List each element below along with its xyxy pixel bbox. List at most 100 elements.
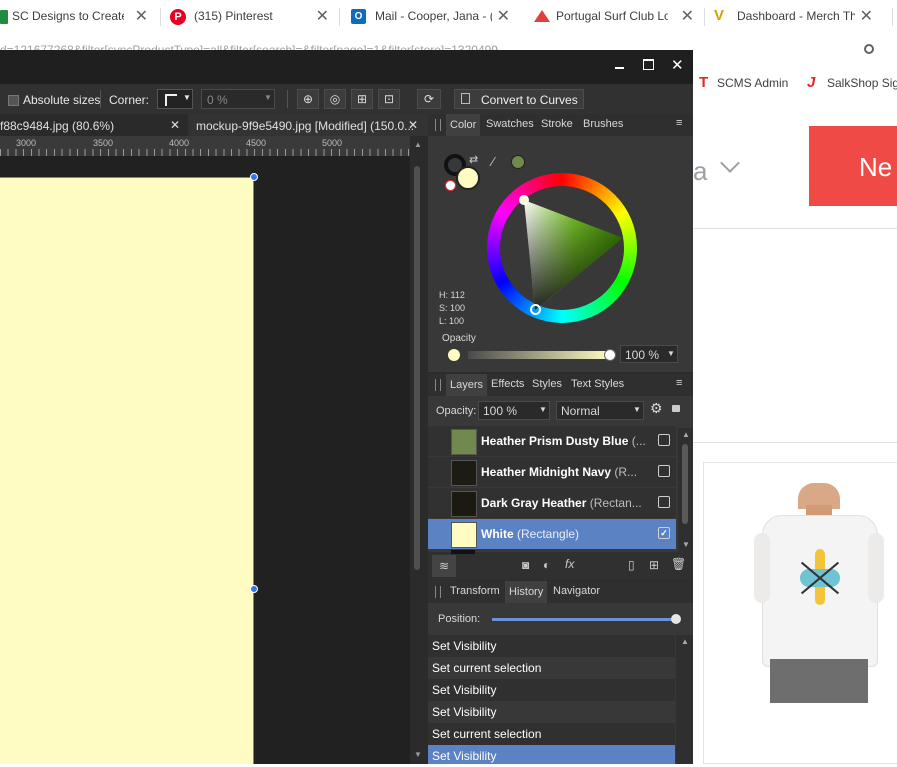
merch-icon: V [714, 7, 725, 24]
layer-kind: (... [631, 434, 646, 448]
transform-origin-icon[interactable]: ⟳ [417, 89, 441, 109]
close-icon[interactable]: ✕ [408, 118, 418, 132]
corner-type-dropdown[interactable]: ▼ [157, 89, 193, 109]
convert-to-curves-button[interactable]: Convert to Curves [454, 89, 584, 109]
browser-tab-pinterest[interactable]: P (315) Pinterest ✕ [161, 0, 339, 34]
history-item[interactable]: Set Visibility [428, 679, 675, 701]
selection-handle[interactable] [250, 585, 258, 593]
history-item[interactable]: Set current selection [428, 657, 675, 679]
close-icon[interactable]: ✕ [497, 9, 510, 25]
layer-row[interactable]: Heather Prism Dusty Blue (... [428, 426, 676, 456]
toolbar-divider [287, 90, 288, 108]
view-icon[interactable]: ◎ [324, 89, 346, 109]
history-item[interactable]: Set Visibility [428, 701, 675, 723]
maximize-icon[interactable] [643, 59, 654, 70]
opacity-field[interactable]: 100 % ▼ [620, 345, 678, 363]
history-item-selected[interactable]: Set Visibility [428, 745, 675, 764]
zoom-icon[interactable] [864, 44, 874, 54]
corner-percent-field[interactable]: 0 % ▼ [201, 89, 275, 109]
close-icon[interactable]: ✕ [135, 9, 148, 25]
layer-visibility-checkbox[interactable] [658, 434, 670, 446]
color-picker-icon[interactable]: ⁄ [492, 154, 494, 169]
browser-tab-sc-designs[interactable]: SC Designs to Create ✕ [0, 0, 160, 34]
selection-handle[interactable] [250, 173, 258, 181]
close-icon[interactable]: ✕ [671, 56, 684, 74]
tab-history[interactable]: History [505, 581, 548, 603]
lock-icon[interactable] [672, 405, 680, 412]
add-page-icon[interactable]: ▯ [628, 558, 635, 572]
trash-icon[interactable]: 🗑 [671, 557, 686, 571]
no-color-icon[interactable] [445, 180, 456, 191]
layers-scrollbar[interactable]: ▲ ▼ [678, 428, 693, 552]
tab-styles[interactable]: Styles [532, 378, 562, 390]
color-triangle[interactable] [487, 173, 637, 323]
close-icon[interactable]: ✕ [860, 9, 873, 25]
tab-swatches[interactable]: Swatches [486, 118, 534, 130]
history-item[interactable]: Set Visibility [428, 635, 675, 657]
bookmark-salkshop-sign[interactable]: SalkShop Sign [827, 76, 897, 90]
adjustment-icon[interactable]: ◐ [543, 558, 550, 572]
panel-menu-icon[interactable]: ≡ [676, 117, 682, 129]
browser-tab-portugal-surf[interactable]: Portugal Surf Club Lo ✕ [522, 0, 704, 34]
layer-row[interactable]: Dark Gray Heather (Rectan... [428, 488, 676, 518]
mask-icon[interactable]: ◙ [522, 558, 529, 572]
bookmark-scms-admin[interactable]: SCMS Admin [717, 76, 788, 90]
product-card[interactable] [703, 462, 897, 764]
close-icon[interactable]: ✕ [316, 9, 329, 25]
history-item[interactable]: Set current selection [428, 723, 675, 745]
tab-text-styles[interactable]: Text Styles [571, 378, 624, 390]
doc-tab-1[interactable]: f88c9484.jpg (80.6%) ✕ [0, 114, 188, 136]
history-slider-handle[interactable] [671, 614, 681, 624]
canvas-scrollbar[interactable]: ▲ ▼ [410, 136, 428, 764]
panel-menu-icon[interactable]: ≡ [676, 377, 682, 389]
browser-tab-dashboard[interactable]: V Dashboard - Merch Th ✕ [705, 0, 887, 34]
layer-thumbnail [451, 522, 477, 548]
artboard-rectangle[interactable] [0, 177, 254, 764]
blend-mode-dropdown[interactable]: Normal ▼ [556, 401, 644, 420]
tab-brushes[interactable]: Brushes [583, 118, 623, 130]
triangle-handle[interactable] [519, 195, 529, 205]
layers-panel-tabs: Layers Effects Styles Text Styles ≡ [428, 374, 693, 396]
tab-layers[interactable]: Layers [446, 374, 488, 396]
group-icon[interactable]: ⊞ [649, 558, 659, 572]
layer-opacity-field[interactable]: 100 % ▼ [478, 401, 550, 420]
scrollbar-thumb[interactable] [414, 166, 420, 570]
absolute-sizes-checkbox[interactable] [8, 95, 19, 106]
pinterest-icon: P [170, 9, 186, 25]
close-icon[interactable]: ✕ [170, 118, 180, 132]
opacity-slider[interactable] [468, 351, 610, 359]
layer-visibility-checkbox[interactable] [658, 465, 670, 477]
history-position-slider[interactable] [492, 618, 678, 621]
tab-stroke[interactable]: Stroke [541, 118, 573, 130]
layer-row[interactable]: Heather Midnight Navy (R... [428, 457, 676, 487]
tab-effects[interactable]: Effects [491, 378, 524, 390]
scrollbar-thumb[interactable] [682, 444, 688, 524]
fill-swatch[interactable] [456, 166, 480, 190]
layer-label: White (Rectangle) [481, 527, 579, 541]
tab-navigator[interactable]: Navigator [553, 585, 600, 597]
close-icon[interactable]: ✕ [681, 9, 694, 25]
hue-ring-handle[interactable] [530, 304, 541, 315]
tab-color[interactable]: Color [446, 114, 481, 136]
layer-visibility-checkbox[interactable]: ✓ [658, 527, 670, 539]
layers-stack-icon[interactable]: ≋ [432, 555, 456, 577]
layer-visibility-checkbox[interactable] [658, 496, 670, 508]
snap-icon[interactable]: ⊡ [378, 89, 400, 109]
doc-tab-2[interactable]: mockup-9f9e5490.jpg [Modified] (150.0...… [188, 114, 428, 136]
new-button[interactable]: Ne [809, 126, 897, 206]
caret-up-icon: ▲ [681, 637, 689, 646]
tab-transform[interactable]: Transform [450, 585, 500, 597]
layer-row-selected[interactable]: White (Rectangle) ✓ [428, 519, 676, 549]
opacity-slider-handle[interactable] [604, 349, 616, 361]
chevron-down-icon[interactable] [720, 153, 740, 173]
swap-colors-icon[interactable]: ⇄ [469, 153, 478, 166]
minimize-icon[interactable] [615, 67, 624, 69]
align-icon[interactable]: ⊕ [297, 89, 319, 109]
tab-title: Dashboard - Merch Th [737, 9, 855, 23]
fx-icon[interactable]: fx [565, 557, 574, 571]
history-scrollbar[interactable]: ▲ [676, 635, 693, 764]
distribute-icon[interactable]: ⊞ [351, 89, 373, 109]
color-panel: ⇄ ⁄ H: 112 S: 100 L: 100 Opacity 100 % ▼ [428, 136, 693, 372]
gear-icon[interactable]: ⚙ [650, 400, 663, 417]
browser-tab-mail[interactable]: O Mail - Cooper, Jana - ( ✕ [340, 0, 522, 34]
